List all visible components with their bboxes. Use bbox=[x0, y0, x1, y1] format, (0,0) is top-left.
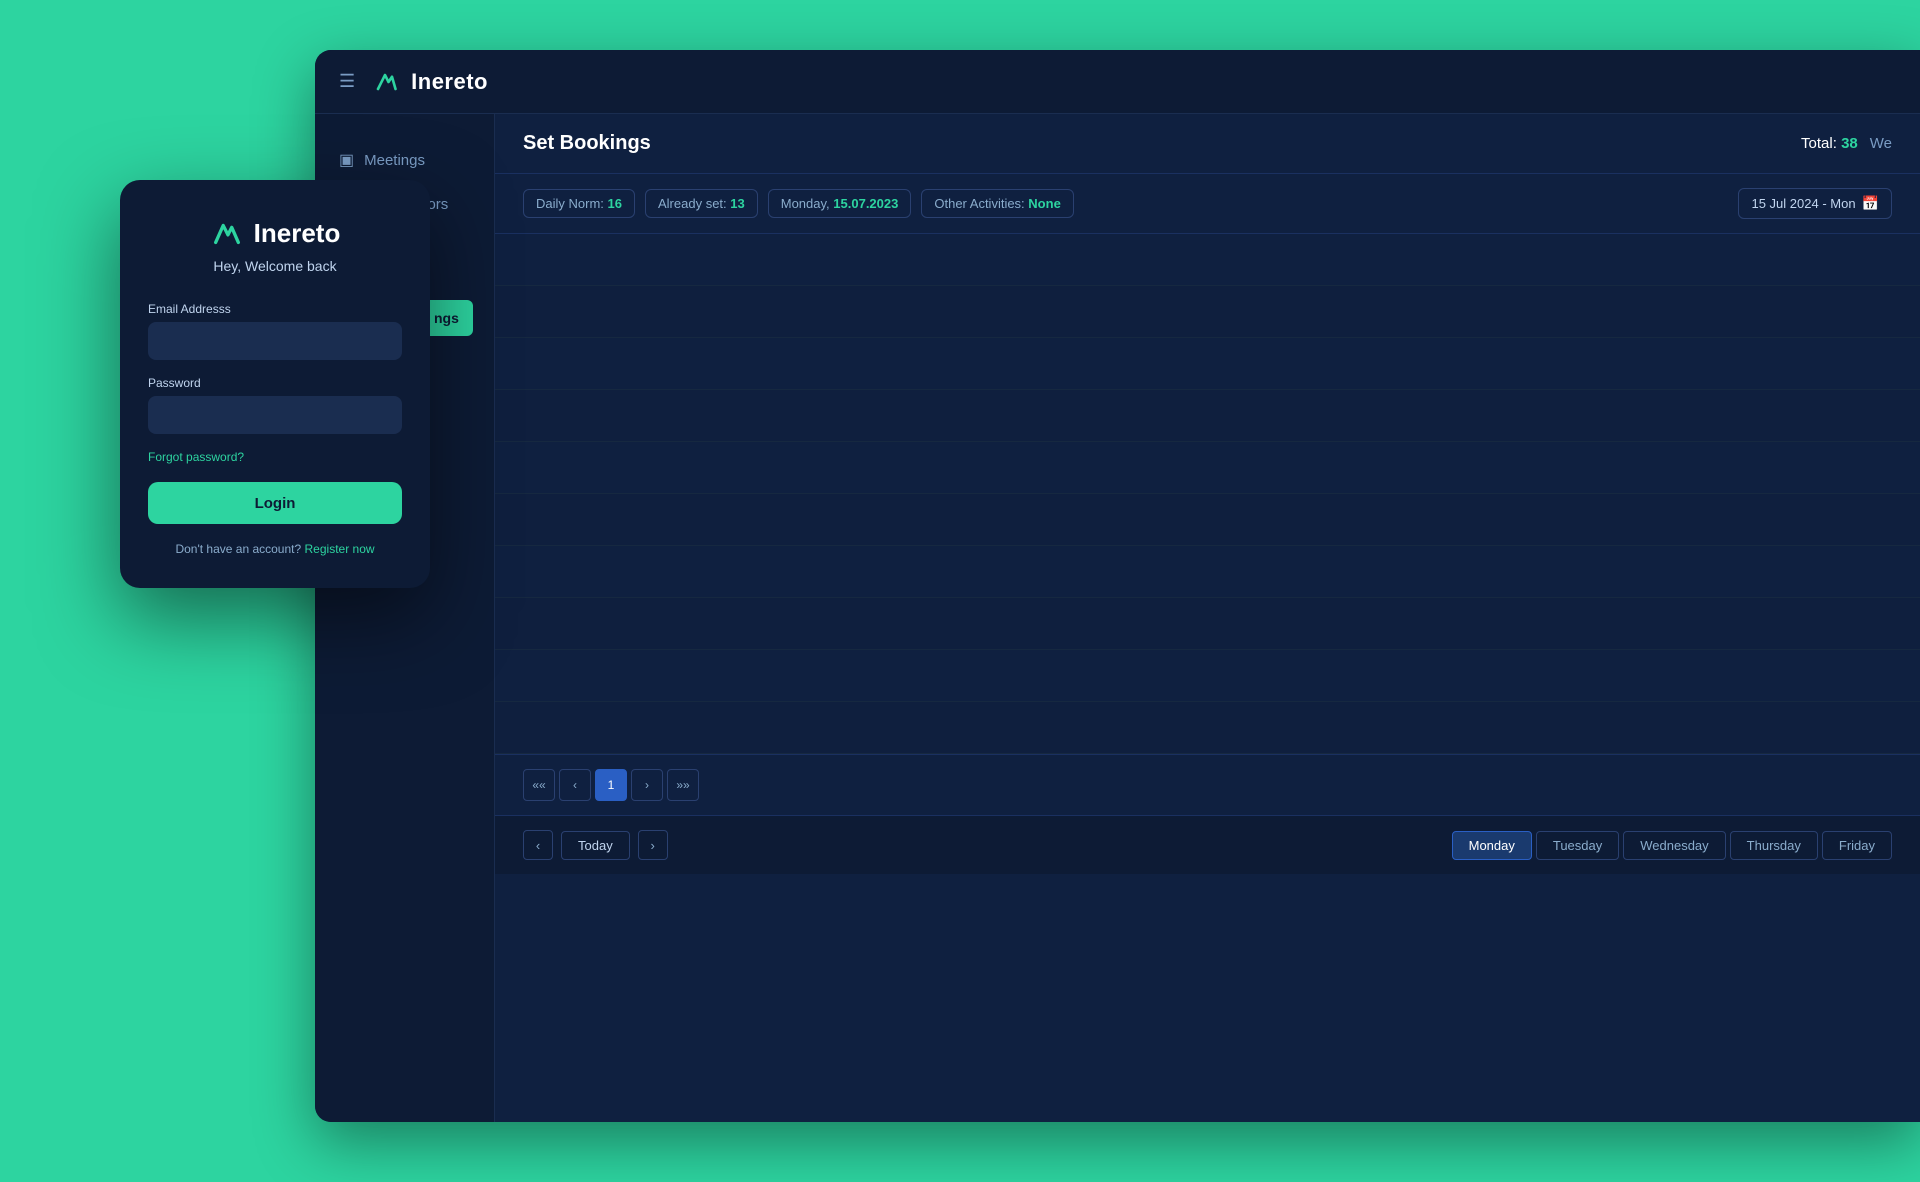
pagination-last[interactable]: »» bbox=[667, 769, 699, 801]
day-nav-row: ‹ Today › Monday Tuesday Wednesday Thurs… bbox=[495, 815, 1920, 874]
calendar-icon: 📅 bbox=[1862, 195, 1879, 212]
header-right: Total: 38 We bbox=[1801, 135, 1892, 152]
table-row bbox=[495, 338, 1920, 390]
email-field[interactable] bbox=[148, 322, 402, 360]
table-row bbox=[495, 598, 1920, 650]
pagination-next[interactable]: › bbox=[631, 769, 663, 801]
login-button[interactable]: Login bbox=[148, 482, 402, 524]
app-logo-mark bbox=[371, 68, 399, 96]
day-tab-wednesday[interactable]: Wednesday bbox=[1623, 831, 1725, 860]
filters-row: Daily Norm: 16 Already set: 13 Monday, 1… bbox=[495, 174, 1920, 234]
day-tab-thursday[interactable]: Thursday bbox=[1730, 831, 1818, 860]
page-title: Set Bookings bbox=[523, 132, 651, 155]
login-card: Inereto Hey, Welcome back Email Addresss… bbox=[120, 180, 430, 588]
filter-daily-norm: Daily Norm: 16 bbox=[523, 189, 635, 218]
meetings-icon: ▣ bbox=[339, 150, 354, 170]
login-brand-name: Inereto bbox=[254, 218, 341, 249]
no-account-text: Don't have an account? bbox=[175, 542, 301, 556]
day-tab-tuesday[interactable]: Tuesday bbox=[1536, 831, 1619, 860]
bookings-header: Set Bookings Total: 38 We bbox=[495, 114, 1920, 174]
total-label: Total: 38 bbox=[1801, 135, 1858, 152]
table-row bbox=[495, 494, 1920, 546]
login-logo-mark bbox=[210, 216, 244, 250]
table-row bbox=[495, 650, 1920, 702]
day-next-button[interactable]: › bbox=[638, 830, 668, 860]
register-row: Don't have an account? Register now bbox=[148, 542, 402, 556]
password-field[interactable] bbox=[148, 396, 402, 434]
email-label: Email Addresss bbox=[148, 302, 402, 316]
forgot-password-link[interactable]: Forgot password? bbox=[148, 450, 402, 464]
pagination-prev[interactable]: ‹ bbox=[559, 769, 591, 801]
sidebar-item-meetings-label: Meetings bbox=[364, 152, 425, 169]
day-tabs: Monday Tuesday Wednesday Thursday Friday bbox=[1452, 831, 1892, 860]
filter-monday-date: Monday, 15.07.2023 bbox=[768, 189, 912, 218]
password-label: Password bbox=[148, 376, 402, 390]
today-button[interactable]: Today bbox=[561, 831, 630, 860]
filter-other-activities: Other Activities: None bbox=[921, 189, 1073, 218]
app-brand-name: Inereto bbox=[411, 69, 488, 95]
table-row bbox=[495, 390, 1920, 442]
login-welcome: Hey, Welcome back bbox=[148, 258, 402, 274]
pagination-row: «« ‹ 1 › »» bbox=[495, 754, 1920, 815]
table-row bbox=[495, 702, 1920, 754]
bookings-table bbox=[495, 234, 1920, 754]
day-tab-monday[interactable]: Monday bbox=[1452, 831, 1532, 860]
app-window: ☰ Inereto ▣ Meetings ✦ Colaborators Set … bbox=[315, 50, 1920, 1122]
pagination-first[interactable]: «« bbox=[523, 769, 555, 801]
day-prev-button[interactable]: ‹ bbox=[523, 830, 553, 860]
we-label: We bbox=[1870, 135, 1892, 152]
table-row bbox=[495, 546, 1920, 598]
table-row bbox=[495, 286, 1920, 338]
app-main: Set Bookings Total: 38 We Daily Norm: 16… bbox=[495, 114, 1920, 1122]
app-navbar: ☰ Inereto bbox=[315, 50, 1920, 114]
date-selector[interactable]: 15 Jul 2024 - Mon 📅 bbox=[1738, 188, 1892, 219]
table-row bbox=[495, 234, 1920, 286]
filter-already-set: Already set: 13 bbox=[645, 189, 758, 218]
day-nav-left: ‹ Today › bbox=[523, 830, 668, 860]
pagination-current[interactable]: 1 bbox=[595, 769, 627, 801]
sidebar-item-meetings[interactable]: ▣ Meetings bbox=[315, 138, 494, 182]
date-selector-text: 15 Jul 2024 - Mon bbox=[1751, 196, 1855, 211]
table-row bbox=[495, 442, 1920, 494]
day-tab-friday[interactable]: Friday bbox=[1822, 831, 1892, 860]
register-link[interactable]: Register now bbox=[305, 542, 375, 556]
hamburger-icon[interactable]: ☰ bbox=[339, 71, 355, 92]
login-logo-area: Inereto bbox=[148, 216, 402, 250]
total-count: 38 bbox=[1841, 135, 1858, 152]
